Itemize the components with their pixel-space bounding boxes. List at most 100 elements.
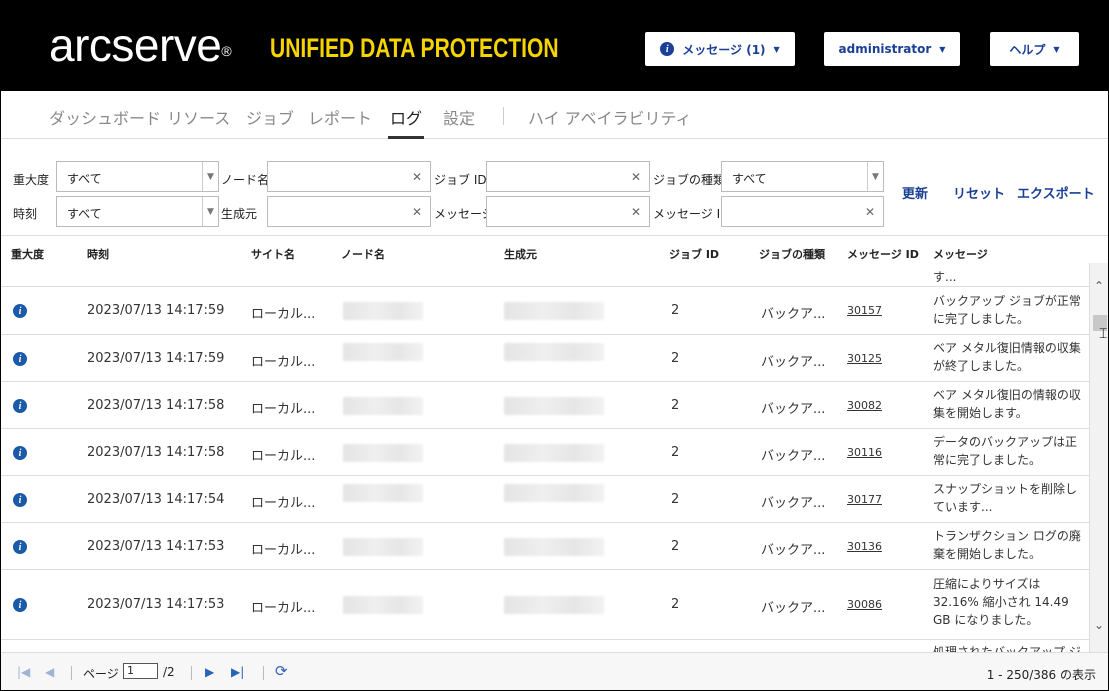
node-cell-redacted	[343, 538, 423, 556]
time-cell: 2023/07/13 14:17:53	[87, 597, 225, 612]
col-job-id[interactable]: ジョブ ID	[669, 246, 719, 262]
source-cell-redacted	[504, 484, 604, 502]
table-row[interactable]: i 2023/07/13 14:17:59 ローカル... 2 バックア... …	[1, 287, 1089, 335]
prev-page-icon[interactable]: ◀	[45, 665, 54, 679]
site-cell: ローカル...	[251, 307, 316, 322]
severity-value: すべて	[67, 172, 102, 186]
message-cell: トランザクション ログの廃棄を開始しました。	[933, 529, 1081, 561]
message-label: メッセージ	[434, 207, 494, 221]
job-id-cell: 2	[671, 303, 680, 318]
message-id-input[interactable]: ✕	[721, 196, 884, 227]
scroll-up-icon[interactable]: ⌃	[1094, 279, 1104, 293]
message-cell: 圧縮によりサイズは 32.16% 縮小され 14.49 GB になりました。	[933, 577, 1069, 627]
message-id-link[interactable]: 30116	[847, 446, 882, 459]
table-row[interactable]: i 2023/07/13 14:17:54 ローカル... 2 バックア... …	[1, 476, 1089, 523]
message-id-label: メッセージ ID	[653, 207, 730, 221]
job-type-cell: バックア...	[761, 449, 826, 464]
tab-resources[interactable]: リソース	[167, 105, 230, 129]
col-site[interactable]: サイト名	[251, 246, 295, 262]
table-row[interactable]: i 2023/07/13 14:17:53 ローカル... 2 バックア... …	[1, 523, 1089, 570]
time-select[interactable]: すべて ▼	[56, 196, 219, 227]
info-icon: i	[13, 493, 27, 507]
clear-icon[interactable]: ✕	[631, 170, 641, 184]
node-name-label: ノード名	[221, 173, 270, 187]
table-row[interactable]: i 2023/07/13 14:17:53 ローカル... 2 バックア... …	[1, 570, 1089, 640]
tab-settings[interactable]: 設定	[443, 105, 475, 129]
severity-select[interactable]: すべて ▼	[56, 161, 219, 192]
table-row[interactable]: i 2023/07/13 14:17:58 ローカル... 2 バックア... …	[1, 429, 1089, 476]
message-id-link[interactable]: 30086	[847, 598, 882, 611]
col-message-id[interactable]: メッセージ ID	[847, 246, 919, 262]
table-header: 重大度 時刻 サイト名 ノード名 生成元 ジョブ ID ジョブの種類 メッセージ…	[1, 237, 1108, 263]
first-page-icon[interactable]: |◀	[17, 665, 30, 679]
job-type-select[interactable]: すべて ▼	[721, 161, 884, 192]
header-bar: arcserve® UNIFIED DATA PROTECTION i メッセー…	[1, 1, 1108, 91]
info-icon: i	[13, 598, 27, 612]
user-menu-button[interactable]: administrator ▼	[824, 32, 960, 66]
last-page-icon[interactable]: ▶|	[231, 665, 244, 679]
refresh-button[interactable]: 更新	[902, 183, 928, 202]
message-cell: データのバックアップは正常に完了しました。	[933, 435, 1078, 467]
message-id-link[interactable]: 30136	[847, 540, 882, 553]
source-cell-redacted	[504, 397, 604, 415]
table-row[interactable]: i 2023/07/13 14:17:59 ローカル... 2 バックア... …	[1, 335, 1089, 382]
table-row[interactable]: 処理されたバックアップ ジョ...	[1, 640, 1089, 652]
caret-down-icon: ▼	[1053, 44, 1060, 54]
tab-jobs[interactable]: ジョブ	[246, 105, 294, 129]
message-cell: す...	[933, 270, 957, 284]
col-job-type[interactable]: ジョブの種類	[759, 246, 825, 262]
site-cell: ローカル...	[251, 355, 316, 370]
job-id-input[interactable]: ✕	[486, 161, 650, 192]
col-source[interactable]: 生成元	[504, 246, 537, 262]
next-page-icon[interactable]: ▶	[205, 665, 214, 679]
site-cell: ローカル...	[251, 543, 316, 558]
messages-label: メッセージ (1)	[682, 42, 766, 57]
source-input[interactable]: ✕	[267, 196, 431, 227]
job-type-cell: バックア...	[761, 496, 826, 511]
reset-button[interactable]: リセット	[953, 183, 1005, 202]
job-type-cell: バックア...	[761, 601, 826, 616]
source-cell-redacted	[504, 596, 604, 614]
tab-dashboard[interactable]: ダッシュボード	[49, 105, 161, 129]
brand-registered: ®	[221, 43, 232, 59]
dropdown-arrow-icon[interactable]: ▼	[202, 162, 218, 191]
message-id-link[interactable]: 30157	[847, 304, 882, 317]
tab-log[interactable]: ログ	[387, 105, 425, 139]
source-cell-redacted	[504, 302, 604, 320]
help-label: ヘルプ	[1009, 42, 1046, 57]
clear-icon[interactable]: ✕	[865, 205, 875, 219]
clear-icon[interactable]: ✕	[412, 205, 422, 219]
time-cell: 2023/07/13 14:17:58	[87, 398, 225, 413]
message-id-link[interactable]: 30082	[847, 399, 882, 412]
time-cell: 2023/07/13 14:17:54	[87, 492, 225, 507]
table-row[interactable]: す...	[1, 263, 1089, 287]
help-button[interactable]: ヘルプ ▼	[990, 32, 1079, 66]
export-button[interactable]: エクスポート	[1017, 183, 1095, 202]
clear-icon[interactable]: ✕	[631, 205, 641, 219]
tab-reports[interactable]: レポート	[308, 105, 372, 129]
brand-name: arcserve	[49, 19, 222, 71]
dropdown-arrow-icon[interactable]: ▼	[202, 197, 218, 226]
page-number-input[interactable]: 1	[123, 663, 158, 679]
tab-high-availability[interactable]: ハイ アベイラビリティ	[528, 105, 692, 129]
vertical-scrollbar[interactable]: ⌃ ⌄	[1089, 263, 1108, 652]
info-icon: i	[13, 540, 27, 554]
message-input[interactable]: ✕	[486, 196, 650, 227]
messages-button[interactable]: i メッセージ (1) ▼	[645, 32, 795, 66]
info-icon: i	[13, 399, 27, 413]
time-cell: 2023/07/13 14:17:53	[87, 539, 225, 554]
scroll-down-icon[interactable]: ⌄	[1094, 618, 1104, 632]
node-name-input[interactable]: ✕	[267, 161, 431, 192]
dropdown-arrow-icon[interactable]: ▼	[867, 162, 883, 191]
col-severity[interactable]: 重大度	[11, 246, 44, 262]
col-time[interactable]: 時刻	[87, 246, 109, 262]
table-row[interactable]: i 2023/07/13 14:17:58 ローカル... 2 バックア... …	[1, 382, 1089, 429]
refresh-icon[interactable]: ⟳	[275, 662, 288, 680]
info-icon: i	[13, 446, 27, 460]
col-message[interactable]: メッセージ	[933, 246, 988, 262]
col-node[interactable]: ノード名	[341, 246, 385, 262]
message-id-link[interactable]: 30125	[847, 352, 882, 365]
message-id-link[interactable]: 30177	[847, 493, 882, 506]
node-cell-redacted	[343, 484, 423, 502]
clear-icon[interactable]: ✕	[412, 170, 422, 184]
